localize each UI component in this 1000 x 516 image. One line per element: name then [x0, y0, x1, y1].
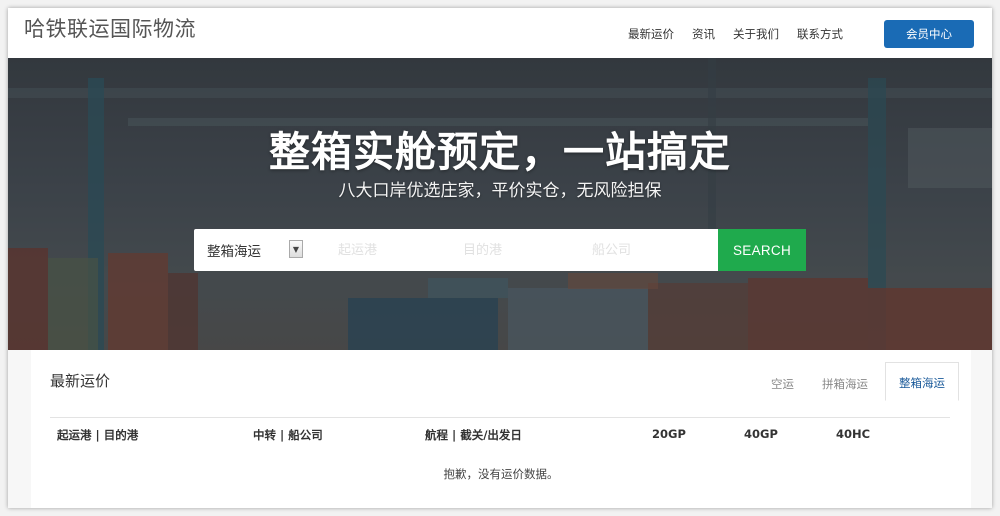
column-header-40hc: 40HC	[836, 427, 871, 441]
column-header-transit-carrier: 中转 | 船公司	[253, 428, 323, 442]
nav-contact[interactable]: 联系方式	[797, 26, 843, 42]
tab-air-freight[interactable]: 空运	[760, 364, 805, 401]
hero-banner: 整箱实舱预定，一站搞定 八大口岸优选庄家，平价实仓，无风险担保 整箱海运 ▼ S…	[8, 58, 992, 350]
shipping-mode-select[interactable]: 整箱海运 ▼	[194, 229, 306, 271]
site-logo[interactable]: 哈铁联运国际物流	[24, 13, 196, 43]
main-nav: 最新运价 资讯 关于我们 联系方式	[628, 26, 861, 42]
latest-rates-section: 最新运价 空运 拼箱海运 整箱海运 起运港 | 目的港 中转 | 船公司 航程 …	[8, 350, 992, 508]
carrier-input[interactable]	[558, 229, 686, 271]
member-center-button[interactable]: 会员中心	[884, 20, 974, 48]
origin-port-input[interactable]	[306, 229, 433, 271]
column-header-40gp: 40GP	[744, 427, 778, 441]
column-header-ports: 起运港 | 目的港	[57, 428, 139, 442]
search-button[interactable]: SEARCH	[718, 229, 806, 271]
nav-news[interactable]: 资讯	[692, 26, 715, 42]
hero-overlay	[8, 58, 992, 350]
rates-tabs: 空运 拼箱海运 整箱海运	[754, 362, 959, 401]
hero-title: 整箱实舱预定，一站搞定	[269, 128, 731, 176]
empty-rates-message: 抱歉，没有运价数据。	[443, 467, 559, 481]
rates-card: 最新运价 空运 拼箱海运 整箱海运 起运港 | 目的港 中转 | 船公司 航程 …	[31, 350, 971, 508]
nav-about-us[interactable]: 关于我们	[733, 26, 779, 42]
rates-title: 最新运价	[50, 372, 111, 390]
rates-table-header: 起运港 | 目的港 中转 | 船公司 航程 | 截关/出发日 20GP 40GP…	[50, 417, 950, 447]
shipping-mode-value: 整箱海运	[207, 244, 261, 260]
nav-latest-rates[interactable]: 最新运价	[628, 26, 674, 42]
page-frame: 哈铁联运国际物流 最新运价 资讯 关于我们 联系方式 会员中心 整箱实舱预定，一…	[8, 8, 992, 508]
tab-fcl-sea-freight[interactable]: 整箱海运	[885, 362, 959, 401]
column-header-20gp: 20GP	[652, 427, 686, 441]
tab-lcl-sea-freight[interactable]: 拼箱海运	[811, 364, 879, 401]
site-header: 哈铁联运国际物流 最新运价 资讯 关于我们 联系方式 会员中心	[8, 8, 992, 58]
search-bar: 整箱海运 ▼ SEARCH	[194, 229, 806, 271]
chevron-down-icon[interactable]: ▼	[289, 240, 303, 258]
destination-port-input[interactable]	[433, 229, 558, 271]
column-header-voyage-cutoff: 航程 | 截关/出发日	[425, 428, 522, 442]
hero-subtitle: 八大口岸优选庄家，平价实仓，无风险担保	[338, 181, 662, 201]
